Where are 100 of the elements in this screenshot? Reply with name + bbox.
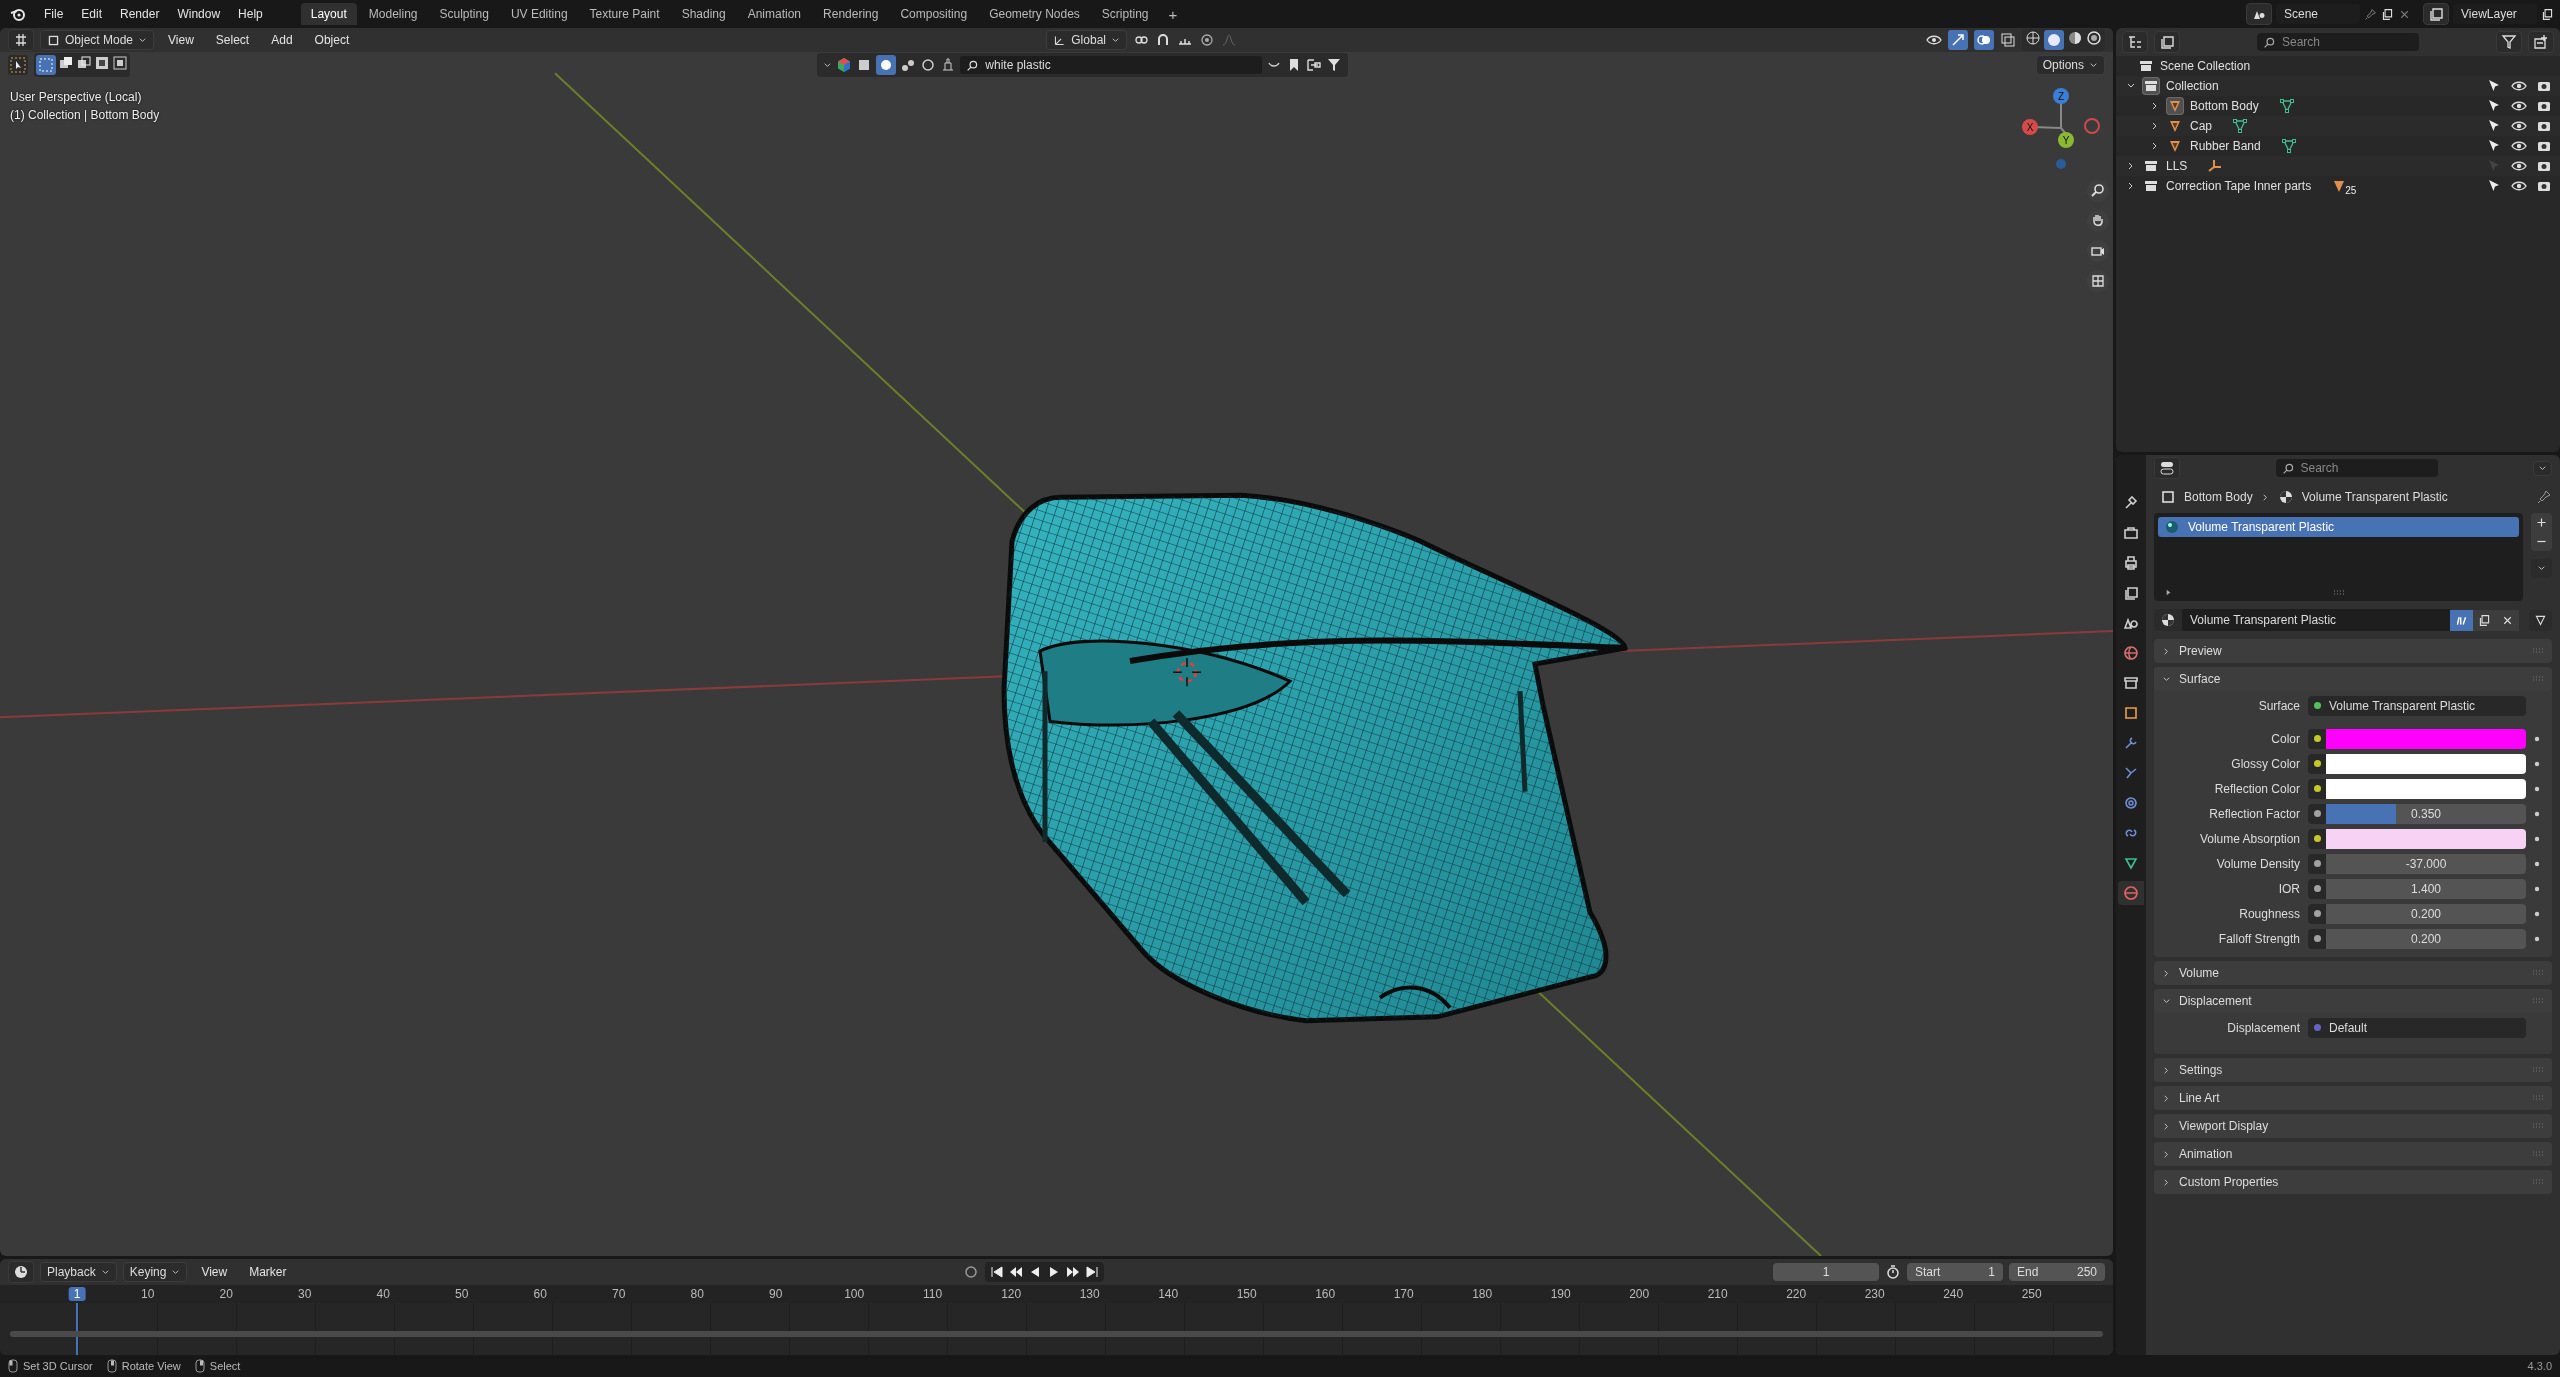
node-link-button[interactable] bbox=[2529, 609, 2552, 631]
menu-item[interactable]: Render bbox=[112, 4, 168, 24]
search-field[interactable]: white plastic bbox=[960, 56, 1263, 74]
socket-button[interactable] bbox=[2308, 803, 2326, 824]
view-layer-browse-button[interactable] bbox=[2423, 3, 2449, 25]
workspace-tab[interactable]: UV Editing bbox=[500, 3, 578, 25]
keyframe-dot-icon[interactable] bbox=[2534, 735, 2540, 742]
socket-button[interactable] bbox=[2308, 828, 2326, 849]
mesh-data-icon[interactable] bbox=[2232, 118, 2248, 134]
panel-header[interactable]: Volume bbox=[2154, 961, 2552, 985]
workspace-tab[interactable]: Scripting bbox=[1091, 3, 1159, 25]
caret-icon[interactable] bbox=[823, 60, 833, 70]
keyframe-dot-icon[interactable] bbox=[2534, 935, 2540, 942]
panel-header[interactable]: Viewport Display bbox=[2154, 1114, 2552, 1138]
stopwatch-icon[interactable] bbox=[1885, 1264, 1901, 1280]
keyframe-dot-icon[interactable] bbox=[2534, 860, 2540, 867]
drag-grip-icon[interactable] bbox=[2532, 1067, 2544, 1073]
pin-icon[interactable] bbox=[2536, 489, 2552, 505]
z-axis-handle[interactable]: Z bbox=[2053, 88, 2069, 104]
editor-type-button[interactable] bbox=[2122, 31, 2148, 53]
menu-item[interactable]: Select bbox=[207, 30, 258, 50]
number-field[interactable]: -37.000 bbox=[2326, 853, 2526, 874]
material-browse-button[interactable] bbox=[2154, 609, 2182, 631]
link-field[interactable]: Default bbox=[2308, 1017, 2526, 1038]
mesh-data-icon[interactable] bbox=[2278, 98, 2295, 114]
tree-item[interactable]: Rubber Band bbox=[2190, 139, 2261, 153]
socket-button[interactable] bbox=[2308, 728, 2326, 749]
end-frame-field[interactable]: End 250 bbox=[2009, 1263, 2105, 1281]
keyframe-dot-icon[interactable] bbox=[2534, 810, 2540, 817]
select-tool-icon[interactable] bbox=[8, 55, 28, 75]
menu-item[interactable]: File bbox=[36, 4, 72, 24]
editor-type-button[interactable] bbox=[8, 1261, 34, 1283]
display-mode-icon[interactable] bbox=[1306, 57, 1323, 73]
menu-item[interactable]: View bbox=[193, 1262, 236, 1282]
menu-item[interactable]: Keying bbox=[122, 1262, 188, 1282]
socket-button[interactable] bbox=[2308, 778, 2326, 799]
resize-grip-icon[interactable] bbox=[2333, 589, 2345, 596]
jump-start-icon[interactable] bbox=[989, 1264, 1006, 1280]
slider-field[interactable]: 0.350 bbox=[2326, 803, 2526, 824]
keyframe-dot-icon[interactable] bbox=[2534, 835, 2540, 842]
keyframe-dot-icon[interactable] bbox=[2534, 910, 2540, 917]
tree-item[interactable]: LLS bbox=[2166, 159, 2188, 173]
number-field[interactable]: 0.200 bbox=[2326, 903, 2526, 924]
number-field[interactable]: 1.400 bbox=[2326, 878, 2526, 899]
current-frame-field[interactable]: 1 bbox=[1773, 1263, 1879, 1281]
drag-grip-icon[interactable] bbox=[2532, 676, 2544, 682]
proportional-edit-icon[interactable] bbox=[1198, 32, 1215, 48]
panel-header[interactable]: Settings bbox=[2154, 1058, 2552, 1082]
drag-grip-icon[interactable] bbox=[2532, 1151, 2544, 1157]
select-extend-icon[interactable] bbox=[58, 55, 74, 71]
color-swatch[interactable] bbox=[2326, 828, 2526, 849]
orientation-dropdown[interactable]: Global bbox=[1046, 30, 1127, 50]
workspace-tab[interactable]: Shading bbox=[671, 3, 736, 25]
menu-item[interactable]: Window bbox=[169, 4, 229, 24]
workspace-tab[interactable]: Compositing bbox=[890, 3, 978, 25]
material-slot[interactable]: Volume Transparent Plastic bbox=[2158, 517, 2519, 537]
drag-grip-icon[interactable] bbox=[2532, 998, 2544, 1004]
previous-keyframe-icon[interactable] bbox=[1008, 1264, 1025, 1280]
workspace-tab[interactable]: Layout bbox=[300, 3, 357, 25]
select-new-icon[interactable] bbox=[36, 55, 56, 75]
menu-item[interactable]: Playback bbox=[40, 1262, 117, 1282]
x-axis-handle[interactable]: X bbox=[2022, 119, 2038, 135]
panel-header[interactable]: Preview bbox=[2154, 639, 2552, 663]
socket-button[interactable] bbox=[2308, 853, 2326, 874]
keyframe-dot-icon[interactable] bbox=[2534, 785, 2540, 792]
y-axis-handle[interactable]: Y bbox=[2058, 132, 2074, 148]
color-swatch[interactable] bbox=[2326, 728, 2526, 749]
menu-item[interactable]: View bbox=[160, 30, 202, 50]
menu-item[interactable]: Marker bbox=[241, 1262, 295, 1282]
editor-type-button[interactable] bbox=[2154, 457, 2180, 479]
overlay-toggle-icon[interactable] bbox=[1974, 30, 1994, 50]
mesh-data-icon[interactable] bbox=[2280, 138, 2297, 154]
unlink-button[interactable] bbox=[2496, 609, 2519, 631]
keyframe-dot-icon[interactable] bbox=[2534, 760, 2540, 767]
jump-end-icon[interactable] bbox=[1084, 1264, 1101, 1280]
panel-header[interactable]: Line Art bbox=[2154, 1086, 2552, 1110]
drops-filter-icon[interactable] bbox=[900, 57, 917, 73]
panel-header[interactable]: Animation bbox=[2154, 1142, 2552, 1166]
number-field[interactable]: 0.200 bbox=[2326, 928, 2526, 949]
workspace-tab[interactable]: Rendering bbox=[813, 3, 889, 25]
wireframe-shading-icon[interactable] bbox=[2025, 30, 2041, 46]
expand-icon[interactable] bbox=[2164, 588, 2173, 597]
material-name-field[interactable]: Volume Transparent Plastic bbox=[2182, 609, 2450, 631]
keyframe-dot-icon[interactable] bbox=[2534, 885, 2540, 892]
socket-button[interactable] bbox=[2308, 928, 2326, 949]
menu-item[interactable]: Add bbox=[263, 30, 301, 50]
duplicate-button[interactable] bbox=[2473, 609, 2496, 631]
drag-grip-icon[interactable] bbox=[2532, 970, 2544, 976]
tree-item[interactable]: Collection bbox=[2166, 79, 2219, 93]
socket-button[interactable] bbox=[2308, 753, 2326, 774]
tree-item[interactable]: Correction Tape Inner parts bbox=[2166, 179, 2312, 193]
scrollbar[interactable] bbox=[10, 1331, 2103, 1337]
color-swatch[interactable] bbox=[2326, 753, 2526, 774]
link-field[interactable]: Volume Transparent Plastic bbox=[2308, 695, 2526, 716]
menu-item[interactable]: Edit bbox=[73, 4, 111, 24]
panel-header[interactable]: Custom Properties bbox=[2154, 1170, 2552, 1194]
search-field[interactable]: Search bbox=[2275, 459, 2438, 477]
sphere-filter-icon[interactable] bbox=[876, 55, 897, 75]
editor-type-button[interactable] bbox=[8, 29, 34, 51]
view-layer-field[interactable]: ViewLayer bbox=[2453, 4, 2537, 24]
